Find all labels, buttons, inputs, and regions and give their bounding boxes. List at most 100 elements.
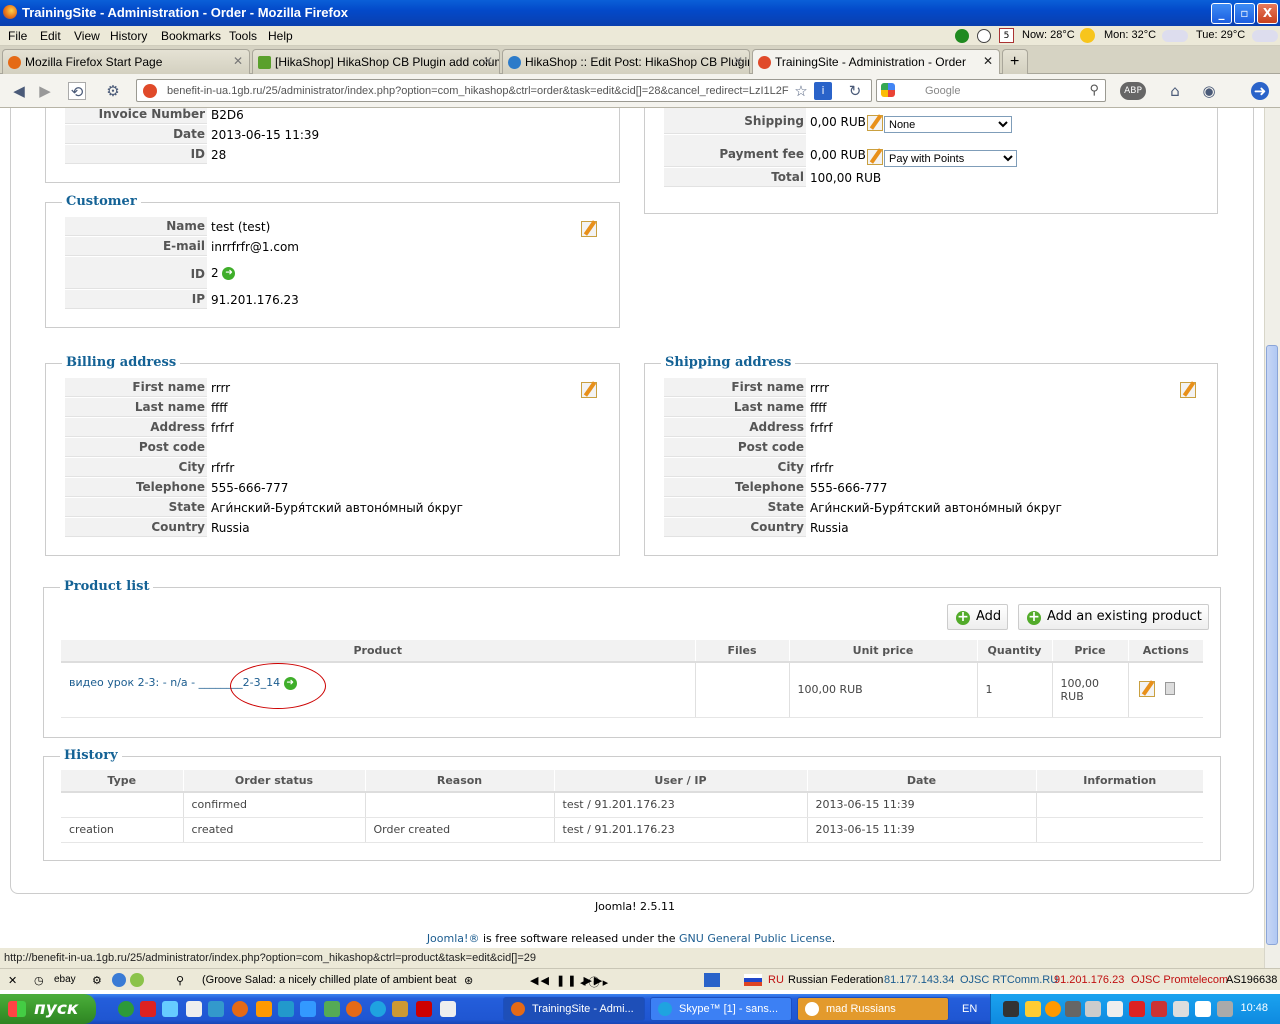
input-language[interactable]: EN [962, 1003, 977, 1015]
adblock-icon[interactable]: ABP [1120, 82, 1146, 100]
tray-icon[interactable] [1065, 1001, 1081, 1017]
tray-icon[interactable] [1129, 1001, 1145, 1017]
close-tab-icon[interactable]: ✕ [733, 54, 743, 68]
quicklaunch-icon[interactable] [256, 1001, 272, 1017]
delete-icon[interactable] [1164, 682, 1175, 695]
menu-view[interactable]: View [74, 29, 100, 43]
tab-trainingsite-order[interactable]: TrainingSite - Administration - Order ✕ [752, 49, 1000, 75]
weather-tue[interactable]: Tue: 29°C [1196, 29, 1245, 41]
quicklaunch-icon[interactable] [392, 1001, 408, 1017]
filezilla-icon[interactable] [416, 1001, 432, 1017]
close-addon-icon[interactable]: ✕ [8, 974, 17, 987]
isp-1: OJSC RTComm.RU [960, 974, 1059, 986]
taskbar-chat[interactable]: mad Russians [797, 997, 949, 1021]
payment-method-select[interactable]: Pay with Points [884, 150, 1017, 167]
quicklaunch-icon[interactable] [232, 1001, 248, 1017]
quicklaunch-icon[interactable] [186, 1001, 202, 1017]
edit-payment-icon[interactable] [867, 149, 883, 165]
tray-icon[interactable] [1217, 1001, 1233, 1017]
gpl-link[interactable]: GNU General Public License [679, 932, 832, 945]
taskbar-firefox[interactable]: TrainingSite - Admi... [503, 997, 645, 1021]
search-bar[interactable]: Google ⚲ [876, 79, 1106, 102]
skype-icon[interactable] [370, 1001, 386, 1017]
tools-icon[interactable]: ⚙ [92, 974, 102, 987]
menu-bookmarks[interactable]: Bookmarks [161, 29, 221, 43]
quicklaunch-icon[interactable] [346, 1001, 362, 1017]
start-button[interactable]: пуск [0, 994, 96, 1024]
history-user: test / 91.201.176.23 [554, 817, 808, 843]
volume-icon[interactable]: ◂ ⓘ ▸ [580, 974, 608, 990]
quicklaunch-icon[interactable] [140, 1001, 156, 1017]
maximize-button[interactable]: ▫ [1234, 3, 1255, 24]
menu-file[interactable]: File [8, 29, 27, 43]
firefox-icon [8, 56, 21, 69]
info-icon[interactable]: i [814, 82, 832, 100]
google-icon[interactable] [881, 83, 895, 97]
tray-icon[interactable] [1045, 1001, 1061, 1017]
quicklaunch-icon[interactable] [440, 1001, 456, 1017]
search-icon[interactable]: ⚲ [176, 974, 184, 987]
clock-icon[interactable] [977, 29, 991, 43]
tray-icon[interactable] [1025, 1001, 1041, 1017]
tray-icon[interactable] [1151, 1001, 1167, 1017]
go-to-customer-icon[interactable]: ➜ [222, 267, 236, 280]
tray-icon[interactable] [1085, 1001, 1101, 1017]
tray-icon[interactable] [1195, 1001, 1211, 1017]
quicklaunch-icon[interactable] [300, 1001, 316, 1017]
menu-tools[interactable]: Tools [229, 29, 257, 43]
joomla-link[interactable]: Joomla!® [427, 932, 480, 945]
menu-help[interactable]: Help [268, 29, 293, 43]
home-icon[interactable]: ⌂ [1166, 82, 1184, 100]
menu-edit[interactable]: Edit [40, 29, 61, 43]
taskbar-skype[interactable]: Skype™ [1] - sans... [650, 997, 792, 1021]
edit-shipping-icon[interactable] [867, 115, 883, 131]
weather-now[interactable]: Now: 28°C [1022, 29, 1075, 41]
addon-icon[interactable]: ◉ [1200, 82, 1218, 100]
product-name-link[interactable]: видео урок 2-3: - n/a - ________ [69, 676, 243, 689]
quicklaunch-icon[interactable] [324, 1001, 340, 1017]
clock[interactable]: 10:48 [1240, 1002, 1268, 1014]
new-tab-button[interactable]: + [1002, 49, 1028, 74]
bookmark-star-icon[interactable]: ☆ [792, 82, 810, 100]
close-tab-icon[interactable]: ✕ [983, 54, 993, 68]
status-green-icon[interactable] [955, 29, 969, 43]
globe-icon[interactable] [112, 973, 126, 987]
weather-mon[interactable]: Mon: 32°C [1104, 29, 1156, 41]
url-bar[interactable]: benefit-in-ua.1gb.ru/25/administrator/in… [136, 79, 872, 102]
add-existing-product-button[interactable]: + Add an existing product [1018, 604, 1209, 630]
sync-icon[interactable]: ➜ [1251, 82, 1269, 100]
tray-icon[interactable] [1173, 1001, 1189, 1017]
calendar-icon[interactable]: 5 [999, 28, 1014, 43]
search-icon[interactable]: ⚲ [1089, 82, 1099, 98]
add-product-button[interactable]: + Add [947, 604, 1009, 630]
addon-icon[interactable] [130, 973, 144, 987]
tab-start-page[interactable]: Mozilla Firefox Start Page ✕ [2, 49, 250, 74]
tray-icon[interactable] [1003, 1001, 1019, 1017]
back-icon[interactable]: ◀ [10, 82, 28, 100]
radio-icon[interactable]: ⊛ [464, 974, 473, 987]
shipping-method-select[interactable]: None [884, 116, 1012, 133]
tray-icon[interactable] [1107, 1001, 1123, 1017]
site-identity-icon[interactable] [143, 84, 157, 98]
quicklaunch-icon[interactable] [118, 1001, 134, 1017]
addon-icon[interactable] [704, 973, 720, 987]
quicklaunch-icon[interactable] [162, 1001, 178, 1017]
radio-stream-title[interactable]: (Groove Salad: a nicely chilled plate of… [202, 974, 462, 986]
close-tab-icon[interactable]: ✕ [483, 54, 493, 68]
minimize-button[interactable]: _ [1211, 3, 1232, 24]
tab-hikashop-edit-post[interactable]: HikaShop :: Edit Post: HikaShop CB Plugi… [502, 49, 750, 74]
menu-history[interactable]: History [110, 29, 147, 43]
addon-icon[interactable]: ⟲ [68, 82, 86, 101]
close-tab-icon[interactable]: ✕ [233, 54, 243, 68]
tab-hikashop-forum[interactable]: [HikaShop] HikaShop CB Plugin add colum.… [252, 49, 500, 74]
clock-icon[interactable]: ◷ [34, 974, 44, 987]
edit-product-icon[interactable] [1138, 681, 1155, 697]
scrollbar-thumb[interactable] [1266, 345, 1278, 945]
quicklaunch-icon[interactable] [278, 1001, 294, 1017]
close-window-button[interactable]: X [1257, 3, 1278, 24]
quicklaunch-icon[interactable] [208, 1001, 224, 1017]
ebay-label[interactable]: ebay [54, 974, 76, 985]
reload-icon[interactable]: ↻ [846, 82, 864, 100]
addon-settings-icon[interactable]: ⚙ [104, 82, 122, 100]
forward-icon[interactable]: ▶ [36, 82, 54, 100]
